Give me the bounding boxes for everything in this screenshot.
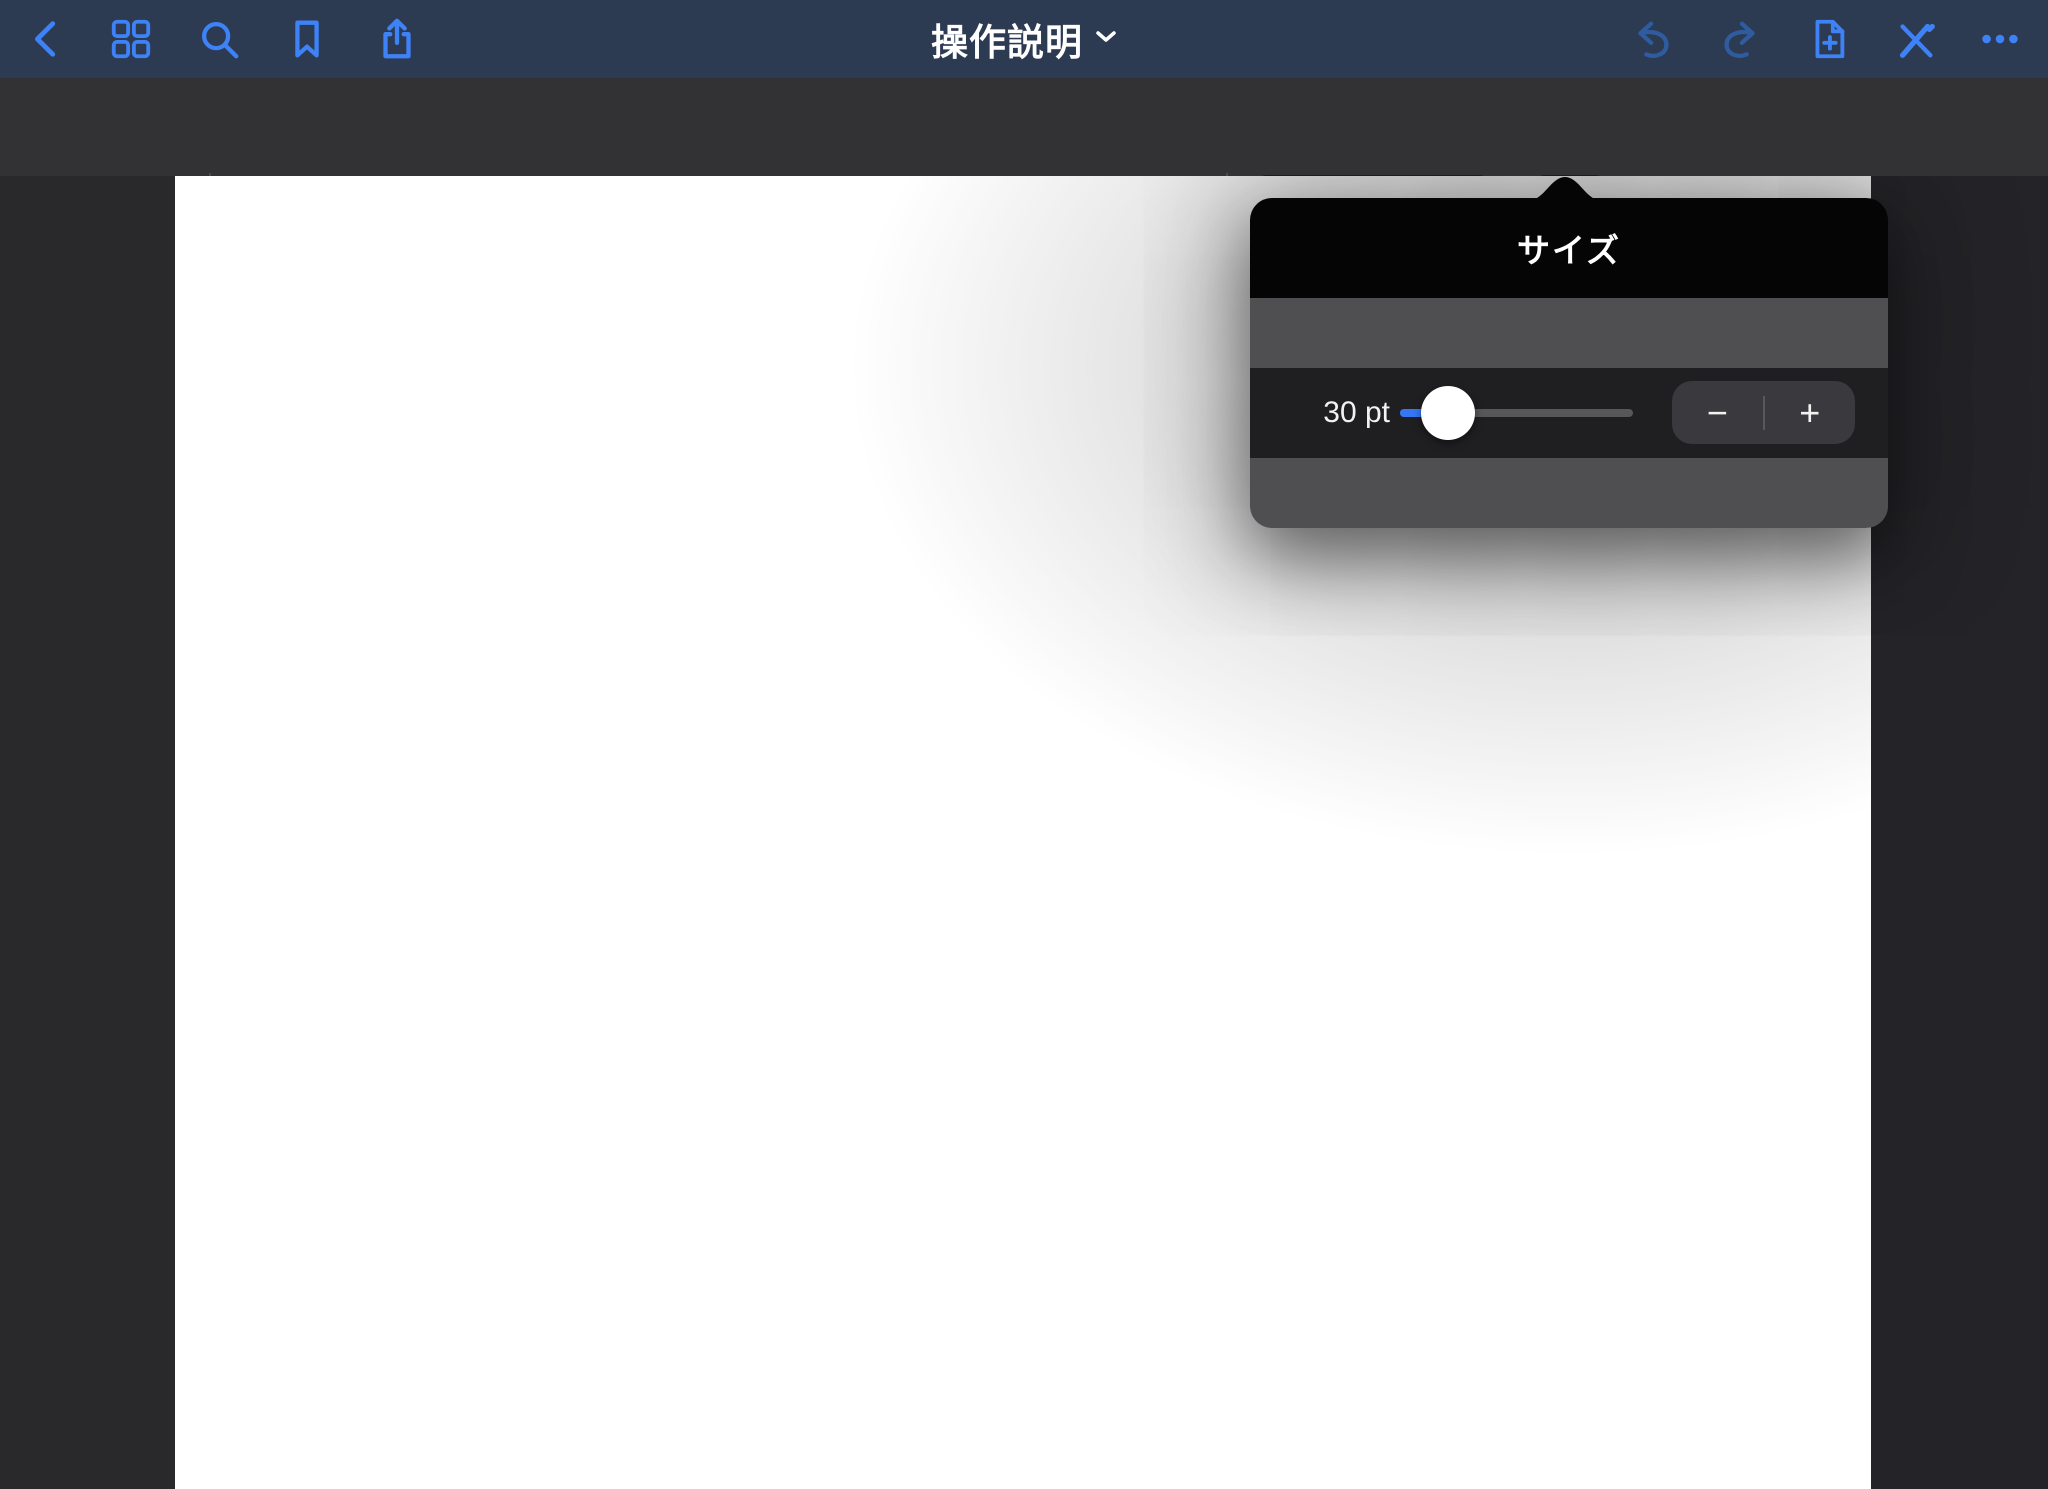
popover-title: サイズ: [1516, 232, 1621, 269]
canvas-background-right: [1871, 176, 2048, 1489]
page-title[interactable]: 操作説明: [931, 12, 1083, 66]
redo-icon: [1717, 16, 1763, 62]
redo-button[interactable]: [1717, 16, 1763, 62]
increase-size-button[interactable]: +: [1765, 381, 1856, 444]
add-page-icon: [1805, 16, 1851, 62]
popover-section-top: [1250, 298, 1888, 368]
share-button[interactable]: [374, 16, 420, 62]
popover-section-bottom: [1250, 458, 1888, 528]
search-button[interactable]: [196, 16, 242, 62]
top-navigation-bar: 操作説明: [0, 0, 2048, 78]
grid-icon: [108, 16, 154, 62]
decrease-size-button[interactable]: −: [1672, 381, 1763, 444]
add-page-button[interactable]: [1805, 16, 1851, 62]
popover-arrow: [1530, 177, 1600, 200]
bookmark-icon: [284, 16, 330, 62]
size-stepper: − +: [1672, 381, 1855, 444]
chevron-left-icon: [24, 16, 70, 62]
chevron-down-icon: [1095, 30, 1117, 49]
more-options-button[interactable]: [1977, 16, 2023, 62]
size-slider-row: 30 pt − +: [1250, 368, 1888, 458]
back-button[interactable]: [24, 16, 70, 62]
size-slider-thumb[interactable]: [1421, 386, 1475, 440]
popover-header: サイズ: [1250, 198, 1888, 298]
page-thumbnails-button[interactable]: [108, 16, 154, 62]
search-icon: [196, 16, 242, 62]
font-size-popover: サイズ 30 pt − +: [1250, 177, 1888, 528]
pencil-crossed-icon: [1892, 16, 1938, 62]
undo-button[interactable]: [1630, 16, 1676, 62]
document-canvas: サイズ 30 pt − +: [0, 176, 2048, 1489]
undo-icon: [1630, 16, 1676, 62]
bookmark-button[interactable]: [284, 16, 330, 62]
share-icon: [374, 16, 420, 62]
goodnotes-app-window: 操作説明 サイズ 30 pt − +: [0, 0, 2048, 1489]
size-value-label: 30 pt: [1323, 396, 1390, 429]
ellipsis-icon: [1977, 16, 2023, 62]
tools-toolbar: T YuGo-Medium 30: [0, 78, 2048, 237]
read-only-mode-button[interactable]: [1892, 16, 1938, 62]
